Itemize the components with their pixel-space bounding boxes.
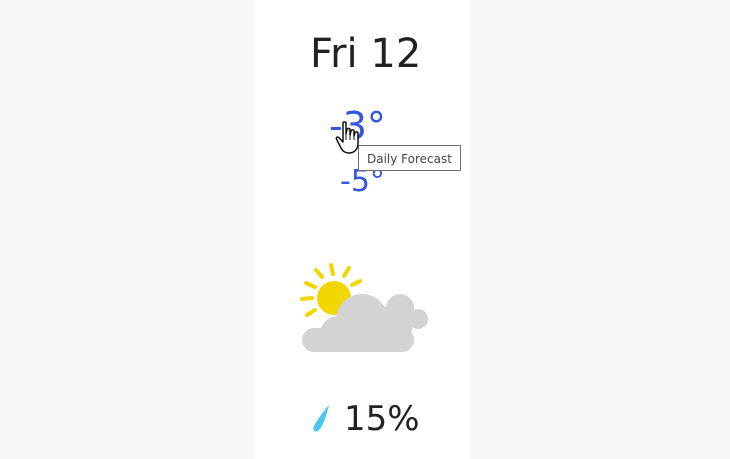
hand-pointer-icon — [335, 121, 359, 154]
raindrop-icon — [313, 405, 329, 432]
partly-cloudy-icon — [300, 263, 428, 352]
daily-forecast-tooltip: Daily Forecast — [358, 145, 461, 171]
precipitation-value: 15% — [344, 399, 420, 439]
weather-page: Fri 12 -3° -5° Daily Forecast 15% — [0, 0, 730, 459]
day-label: Fri 12 — [310, 31, 422, 77]
